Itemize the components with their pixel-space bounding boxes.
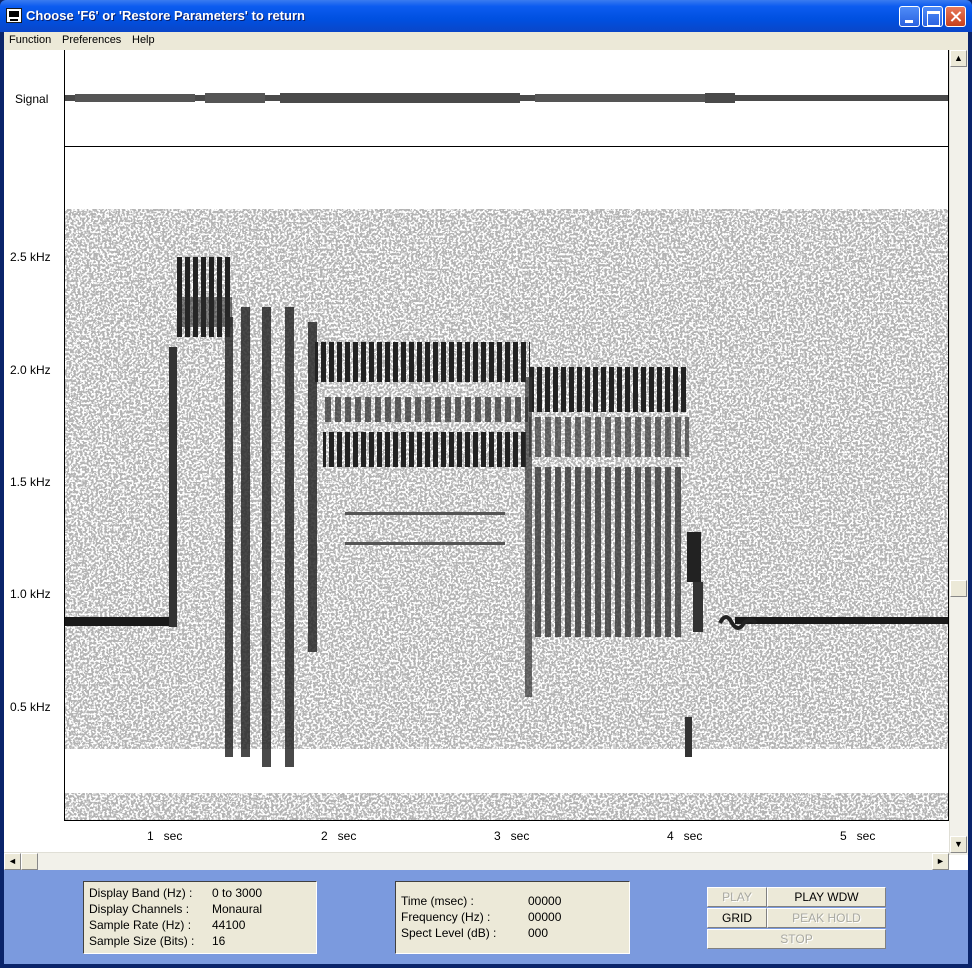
vertical-scroll-thumb[interactable]	[950, 580, 967, 597]
minimize-button[interactable]	[899, 6, 920, 27]
readout-value-frequency: 00000	[528, 910, 562, 924]
info-label-sample-rate: Sample Rate (Hz) :	[89, 918, 192, 932]
info-panel: Display Band (Hz) : 0 to 3000 Display Ch…	[83, 881, 317, 954]
maximize-button[interactable]	[922, 6, 943, 27]
menu-preferences[interactable]: Preferences	[62, 34, 121, 46]
info-value-sample-rate: 44100	[212, 918, 246, 932]
title-bar[interactable]: Choose 'F6' or 'Restore Parameters' to r…	[0, 0, 972, 32]
horizontal-scrollbar[interactable]: ◄ ►	[4, 852, 949, 870]
peak-hold-button[interactable]: PEAK HOLD	[767, 908, 886, 928]
play-button[interactable]: PLAY	[707, 887, 767, 907]
app-icon[interactable]	[6, 8, 22, 23]
menu-help[interactable]: Help	[132, 34, 155, 46]
readout-label-frequency: Frequency (Hz) :	[401, 910, 491, 924]
readout-value-spect-level: 000	[528, 926, 549, 940]
info-label-sample-size: Sample Size (Bits) :	[89, 934, 195, 948]
signal-waveform	[65, 93, 948, 103]
vertical-scrollbar[interactable]: ▲ ▼	[949, 50, 968, 855]
scroll-right-icon[interactable]: ►	[932, 853, 949, 870]
grid-button[interactable]: GRID	[707, 908, 767, 928]
menu-bar: Function Preferences Help	[4, 32, 968, 50]
info-value-display-band: 0 to 3000	[212, 886, 263, 900]
time-label-1: 1 sec	[147, 829, 183, 843]
time-label-3: 3 sec	[494, 829, 530, 843]
time-label-4: 4 sec	[667, 829, 703, 843]
spectrogram[interactable]	[65, 147, 948, 820]
stop-button[interactable]: STOP	[707, 929, 886, 949]
readout-value-time: 00000	[528, 894, 562, 908]
signal-label: Signal	[15, 92, 49, 106]
freq-label-2500: 2.5 kHz	[10, 250, 51, 264]
time-label-2: 2 sec	[321, 829, 357, 843]
scroll-left-icon[interactable]: ◄	[4, 853, 21, 870]
info-value-sample-size: 16	[212, 934, 226, 948]
horizontal-scroll-thumb[interactable]	[21, 853, 38, 870]
time-label-5: 5 sec	[840, 829, 876, 843]
freq-label-500: 0.5 kHz	[10, 700, 51, 714]
window-title: Choose 'F6' or 'Restore Parameters' to r…	[26, 8, 305, 23]
menu-function[interactable]: Function	[9, 34, 51, 46]
info-label-display-channels: Display Channels :	[89, 902, 190, 916]
scroll-down-icon[interactable]: ▼	[950, 836, 967, 853]
cursor-readout-panel: Time (msec) : 00000 Frequency (Hz) : 000…	[395, 881, 630, 954]
info-label-display-band: Display Band (Hz) :	[89, 886, 193, 900]
scroll-up-icon[interactable]: ▲	[950, 50, 967, 67]
freq-label-1500: 1.5 kHz	[10, 475, 51, 489]
readout-label-time: Time (msec) :	[401, 894, 474, 908]
readout-label-spect-level: Spect Level (dB) :	[401, 926, 497, 940]
status-area: Display Band (Hz) : 0 to 3000 Display Ch…	[4, 870, 968, 964]
spectrogram-view: Signal 2.5 kHz 2.0 kHz 1.5 kHz 1.0 kHz 0…	[4, 50, 968, 870]
app-window: Choose 'F6' or 'Restore Parameters' to r…	[0, 0, 972, 968]
play-window-button[interactable]: PLAY WDW	[767, 887, 886, 907]
freq-label-2000: 2.0 kHz	[10, 363, 51, 377]
info-value-display-channels: Monaural	[212, 902, 263, 916]
close-button[interactable]	[945, 6, 966, 27]
freq-label-1000: 1.0 kHz	[10, 587, 51, 601]
